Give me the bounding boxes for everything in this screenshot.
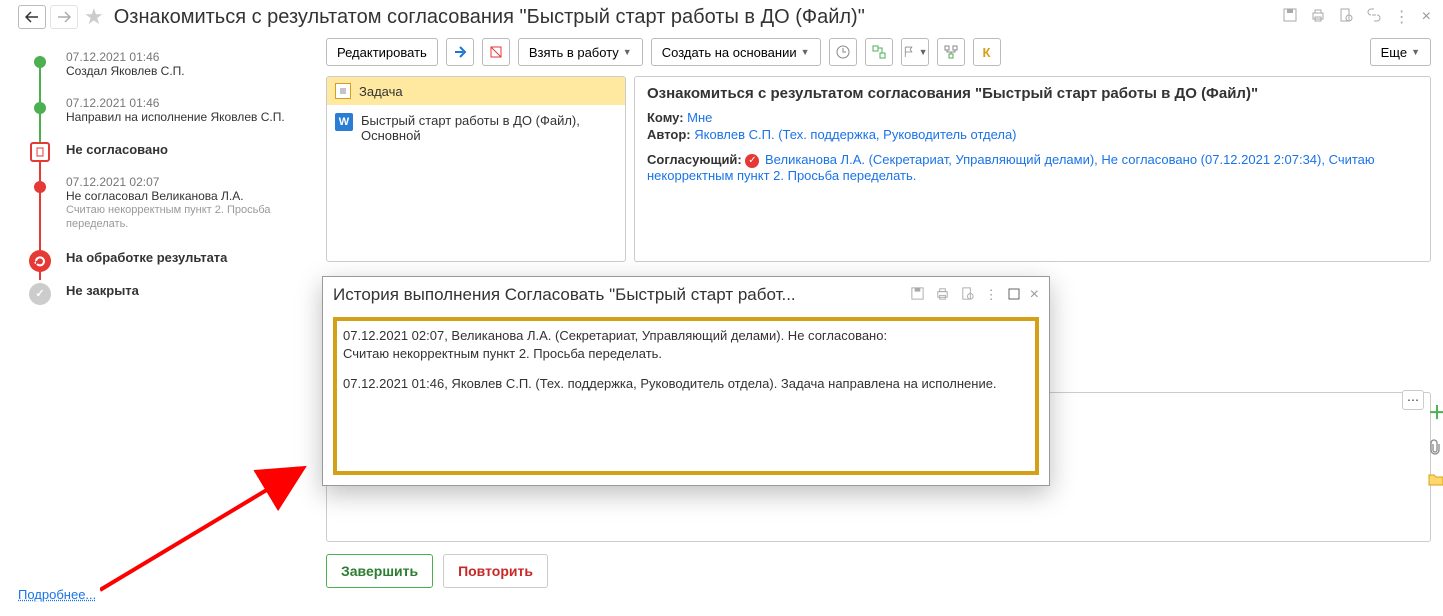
timeline-item: 07.12.2021 02:07 Не согласовал Великанов… [30, 175, 318, 232]
timeline-dot-icon [34, 102, 46, 114]
dialog-close-icon[interactable]: × [1030, 286, 1039, 304]
chevron-down-icon: ▼ [801, 47, 810, 57]
complete-button[interactable]: Завершить [326, 554, 433, 588]
take-to-work-button[interactable]: Взять в работу ▼ [518, 38, 643, 66]
not-closed-icon: ✓ [29, 283, 51, 305]
flag-button[interactable]: ▼ [901, 38, 929, 66]
timeline-item: ✓ Не закрыта [30, 283, 318, 298]
history-dialog: История выполнения Согласовать "Быстрый … [322, 276, 1050, 486]
link-icon[interactable] [1366, 7, 1382, 28]
not-approved-icon [30, 142, 50, 162]
timeline-dot-icon [34, 56, 46, 68]
to-link[interactable]: Мне [687, 110, 712, 125]
processing-icon [29, 250, 51, 272]
edit-button[interactable]: Редактировать [326, 38, 438, 66]
stop-action-button[interactable] [482, 38, 510, 66]
print-icon[interactable] [1310, 7, 1326, 28]
repeat-button[interactable]: Повторить [443, 554, 548, 588]
nav-forward-button[interactable] [50, 5, 78, 29]
timeline-item: На обработке результата [30, 250, 318, 265]
details-panel: Ознакомиться с результатом согласования … [634, 76, 1431, 262]
dialog-maximize-icon[interactable] [1008, 288, 1020, 303]
tree-button[interactable] [937, 38, 965, 66]
create-based-button[interactable]: Создать на основании ▼ [651, 38, 821, 66]
chevron-down-icon: ▼ [623, 47, 632, 57]
nav-back-button[interactable] [18, 5, 46, 29]
timeline-item: Не согласовано [30, 142, 318, 157]
more-details-link[interactable]: Подробнее... [18, 587, 96, 602]
task-label: Задача [359, 84, 403, 99]
author-link[interactable]: Яковлев С.П. (Тех. поддержка, Руководите… [694, 127, 1016, 142]
favorite-star-icon[interactable]: ★ [84, 4, 104, 30]
folder-icon[interactable] [1428, 472, 1443, 489]
details-title: Ознакомиться с результатом согласования … [647, 85, 1418, 102]
expand-dots-button[interactable]: ⋯ [1402, 390, 1424, 410]
dialog-more-icon[interactable]: ⋮ [985, 287, 998, 303]
dialog-save-icon[interactable] [910, 286, 925, 304]
dialog-print-icon[interactable] [935, 286, 950, 304]
timeline-item: 07.12.2021 01:46 Создал Яковлев С.П. [30, 50, 318, 78]
paperclip-icon[interactable] [1428, 439, 1443, 458]
file-row[interactable]: W Быстрый старт работы в ДО (Файл), Осно… [327, 105, 625, 151]
task-icon [335, 83, 351, 99]
dialog-title: История выполнения Согласовать "Быстрый … [333, 285, 900, 305]
chevron-down-icon: ▼ [919, 47, 928, 57]
k-button[interactable]: К [973, 38, 1001, 66]
close-icon[interactable]: × [1422, 8, 1431, 26]
chevron-down-icon: ▼ [1411, 47, 1420, 57]
word-file-icon: W [335, 113, 353, 131]
clock-refresh-button[interactable] [829, 38, 857, 66]
add-attachment-icon[interactable]: ＋ [1428, 399, 1443, 425]
history-textarea[interactable]: 07.12.2021 02:07, Великанова Л.А. (Секре… [333, 317, 1039, 475]
forward-action-button[interactable] [446, 38, 474, 66]
more-menu-icon[interactable]: ⋮ [1394, 7, 1410, 27]
page-title: Ознакомиться с результатом согласования … [114, 6, 1278, 29]
task-header-row[interactable]: Задача [327, 77, 625, 105]
timeline-item: 07.12.2021 01:46 Направил на исполнение … [30, 96, 318, 124]
rejected-check-icon: ✓ [745, 154, 759, 168]
search-doc-icon[interactable] [1338, 7, 1354, 28]
save-icon[interactable] [1282, 7, 1298, 28]
file-name: Быстрый старт работы в ДО (Файл), Основн… [361, 113, 617, 143]
route-button[interactable] [865, 38, 893, 66]
dialog-search-icon[interactable] [960, 286, 975, 304]
timeline-dot-icon [34, 181, 46, 193]
task-panel: Задача W Быстрый старт работы в ДО (Файл… [326, 76, 626, 262]
more-button[interactable]: Еще ▼ [1370, 38, 1431, 66]
